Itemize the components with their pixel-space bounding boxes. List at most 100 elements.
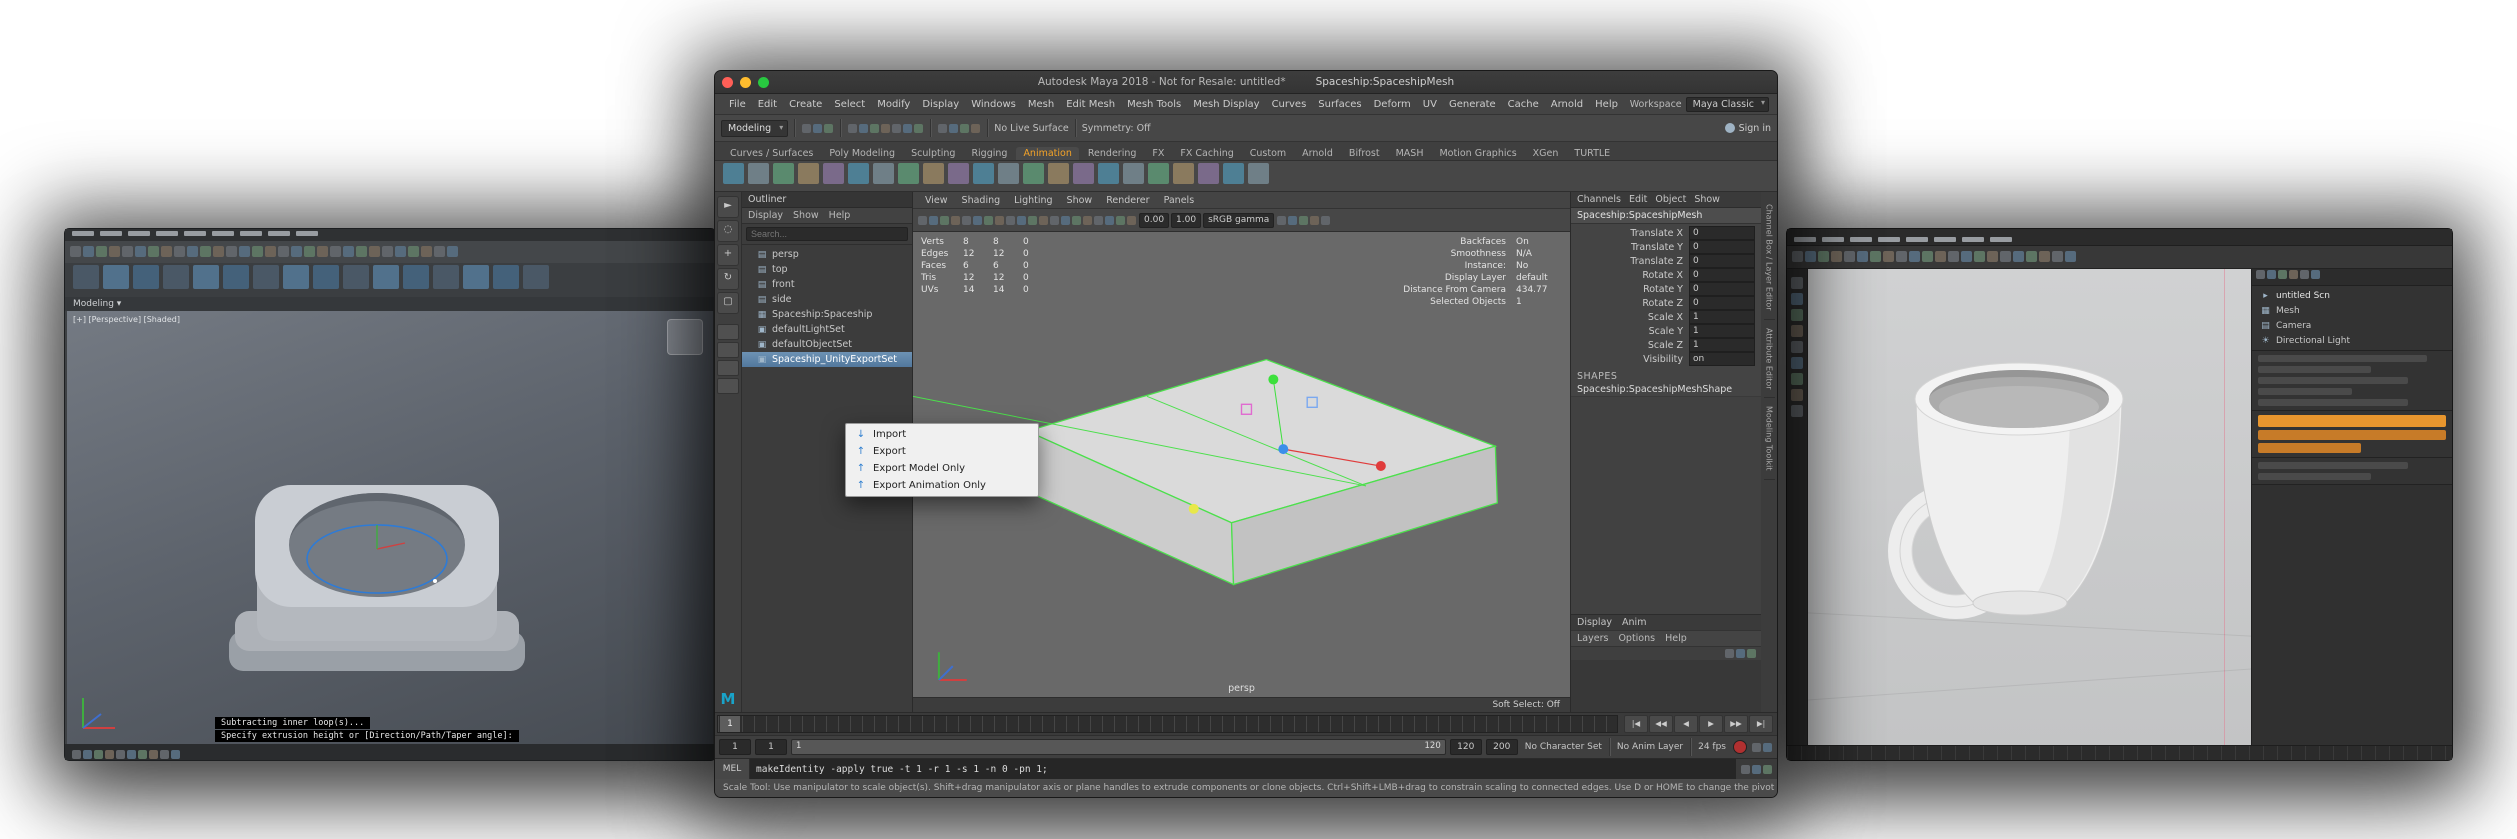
outliner-item[interactable]: ▤ front	[742, 277, 912, 292]
toolbar-icon[interactable]	[923, 163, 944, 184]
toolbar-icon[interactable]	[240, 231, 262, 236]
toolbar-icon[interactable]	[1310, 216, 1319, 225]
property-bar[interactable]	[2258, 399, 2408, 406]
toolbar-icon[interactable]	[116, 750, 125, 759]
toolbar-icon[interactable]	[2300, 270, 2309, 279]
toolbar-icon[interactable]	[1818, 251, 1829, 262]
shelf-tab[interactable]: Bifrost	[1342, 147, 1387, 160]
toolbar-icon[interactable]	[1223, 163, 1244, 184]
toolbar-icon[interactable]	[278, 246, 289, 257]
toolbar-icon[interactable]	[184, 231, 206, 236]
toolbar-icon[interactable]	[160, 750, 169, 759]
toolbar-icon[interactable]	[1934, 237, 1956, 242]
toolbar-icon[interactable]	[105, 750, 114, 759]
exposure-field[interactable]: 0.00	[1139, 213, 1169, 228]
item-row[interactable]: ▤ Camera	[2252, 318, 2452, 333]
shelf-tab[interactable]: MASH	[1389, 147, 1431, 160]
menu-item[interactable]: Edit	[752, 99, 783, 110]
toolbar-icon[interactable]	[873, 163, 894, 184]
shader-row[interactable]	[2258, 430, 2446, 440]
toolbar-icon[interactable]	[892, 124, 901, 133]
layer-menu-item[interactable]: Help	[1665, 633, 1687, 644]
menu-item[interactable]: Modify	[871, 99, 916, 110]
toolbar-icon[interactable]	[1725, 649, 1734, 658]
playback-button[interactable]: ▶|	[1749, 715, 1773, 733]
toolbar-icon[interactable]	[1822, 237, 1844, 242]
toolbar-icon[interactable]	[973, 163, 994, 184]
tool-button[interactable]: ▢	[717, 292, 739, 314]
layout-split-button[interactable]	[717, 360, 739, 376]
outliner-item[interactable]: ▣ defaultObjectSet	[742, 337, 912, 352]
property-bar[interactable]	[2258, 377, 2408, 384]
toolbar-icon[interactable]	[156, 231, 178, 236]
shelf-tab[interactable]: Rendering	[1081, 147, 1144, 160]
toolbar-icon[interactable]	[1039, 216, 1048, 225]
toolbar-icon[interactable]	[1116, 216, 1125, 225]
toolbar-icon[interactable]	[2026, 251, 2037, 262]
channel-label[interactable]: Scale X	[1571, 312, 1689, 323]
channel-value-field[interactable]: 0	[1689, 254, 1755, 268]
toolbar-icon[interactable]	[174, 246, 185, 257]
toolbar-icon[interactable]	[343, 246, 354, 257]
toolbar-icon[interactable]	[83, 750, 92, 759]
toolbar-icon[interactable]	[163, 265, 189, 289]
toolbar-icon[interactable]	[133, 265, 159, 289]
toolbar-icon[interactable]	[1935, 251, 1946, 262]
toolbar-icon[interactable]	[1173, 163, 1194, 184]
toolbar-icon[interactable]	[83, 246, 94, 257]
toolbar-icon[interactable]	[1299, 216, 1308, 225]
toolbar-icon[interactable]	[1741, 765, 1750, 774]
menu-item[interactable]: Curves	[1266, 99, 1313, 110]
toolbar-icon[interactable]	[1883, 251, 1894, 262]
zoom-button[interactable]	[758, 77, 769, 88]
shelf-tab[interactable]: Poly Modeling	[822, 147, 902, 160]
menu-item[interactable]: Display	[916, 99, 965, 110]
character-set-dropdown[interactable]: No Character Set	[1522, 742, 1605, 752]
toolbar-icon[interactable]	[1050, 216, 1059, 225]
menu-item[interactable]: Windows	[965, 99, 1022, 110]
toolbar-icon[interactable]	[1906, 237, 1928, 242]
layout-four-view-button[interactable]	[717, 342, 739, 358]
outliner-item[interactable]: ▣ Spaceship_UnityExportSet	[742, 352, 912, 367]
toolbar-icon[interactable]	[317, 246, 328, 257]
toolbar-icon[interactable]	[798, 163, 819, 184]
toolbar-icon[interactable]	[848, 163, 869, 184]
toolbar-icon[interactable]	[1198, 163, 1219, 184]
outliner-item[interactable]: ▣ defaultLightSet	[742, 322, 912, 337]
toolbar-icon[interactable]	[433, 265, 459, 289]
toolbar-icon[interactable]	[135, 246, 146, 257]
toolbar-icon[interactable]	[1794, 237, 1816, 242]
toolbar-icon[interactable]	[1857, 251, 1868, 262]
toolbar-icon[interactable]	[223, 265, 249, 289]
property-bar[interactable]	[2258, 462, 2408, 469]
shelf-tab[interactable]: Animation	[1016, 147, 1078, 160]
viewport-label[interactable]: [+] [Perspective] [Shaded]	[73, 315, 180, 324]
command-prompt[interactable]: Subtracting inner loop(s)...Specify extr…	[215, 716, 709, 742]
shape-node-name[interactable]: Spaceship:SpaceshipMeshShape	[1571, 383, 1761, 397]
toolbar-icon[interactable]	[149, 750, 158, 759]
toolbar-icon[interactable]	[1763, 765, 1772, 774]
outliner-item[interactable]: ▤ persp	[742, 247, 912, 262]
toolbar-icon[interactable]	[813, 124, 822, 133]
outliner-menu-item[interactable]: Display	[748, 210, 783, 221]
toolbar-icon[interactable]	[434, 246, 445, 257]
context-menu-item[interactable]: ↑ Export Animation Only	[846, 477, 1038, 494]
panel-menu-item[interactable]: Show	[1061, 195, 1099, 206]
toolbar-icon[interactable]	[1083, 216, 1092, 225]
shelf-tab[interactable]: XGen	[1526, 147, 1566, 160]
toolbar-icon[interactable]	[1006, 216, 1015, 225]
outliner-menu-item[interactable]: Show	[793, 210, 819, 221]
channel-value-field[interactable]: on	[1689, 352, 1755, 366]
property-bar[interactable]	[2258, 473, 2371, 480]
toolbar-icon[interactable]	[1752, 765, 1761, 774]
toolbar-icon[interactable]	[962, 216, 971, 225]
toolbar-icon[interactable]	[995, 216, 1004, 225]
colorspace-dropdown[interactable]: sRGB gamma	[1203, 213, 1274, 228]
toolbar-icon[interactable]	[356, 246, 367, 257]
toolbar-icon[interactable]	[903, 124, 912, 133]
channel-value-field[interactable]: 1	[1689, 324, 1755, 338]
toolbar-icon[interactable]	[881, 124, 890, 133]
left-viewport[interactable]: [+] [Perspective] [Shaded]	[67, 311, 713, 744]
toolbar-icon[interactable]	[373, 265, 399, 289]
toolbar-icon[interactable]	[2289, 270, 2298, 279]
